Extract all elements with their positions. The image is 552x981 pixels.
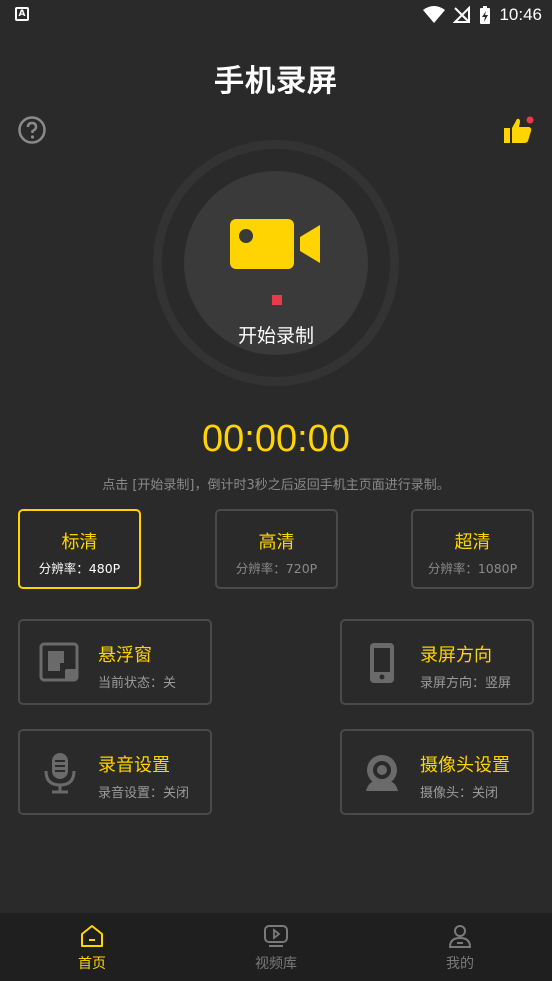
phone-icon — [370, 643, 394, 683]
nav-video-library[interactable]: 视频库 — [226, 923, 326, 973]
feature-status: 录音设置：关闭 — [98, 786, 190, 801]
record-dial-ring: 开始录制 — [162, 149, 390, 377]
record-dial: 开始录制 — [153, 140, 399, 386]
quality-name: 超清 — [454, 532, 491, 553]
camera-setting[interactable]: 摄像头设置 摄像头：关闭 — [340, 729, 534, 815]
floating-window-setting[interactable]: 悬浮窗 当前状态：关 — [18, 619, 212, 705]
battery-charging-icon — [480, 6, 491, 24]
feature-title: 摄像头设置 — [420, 755, 510, 776]
help-icon[interactable] — [18, 116, 46, 144]
bottom-navigation: 首页 视频库 我的 — [0, 913, 552, 981]
feature-status: 当前状态：关 — [98, 676, 177, 691]
feature-status: 录屏方向：竖屏 — [420, 676, 512, 691]
webcam-icon — [366, 755, 398, 791]
nav-profile[interactable]: 我的 — [410, 923, 510, 973]
nav-label: 视频库 — [255, 956, 297, 972]
thumbs-up-icon[interactable] — [502, 114, 534, 146]
quality-option-fhd[interactable]: 超清 分辨率：1080P — [411, 509, 534, 589]
wifi-icon — [423, 6, 446, 23]
video-library-icon — [264, 925, 288, 947]
video-camera-icon — [230, 219, 320, 269]
feature-status: 摄像头：关闭 — [420, 786, 499, 801]
nav-home[interactable]: 首页 — [42, 923, 142, 973]
feature-title: 录屏方向 — [420, 645, 492, 666]
floating-window-icon — [39, 642, 79, 682]
quality-option-hd[interactable]: 高清 分辨率：720P — [215, 509, 338, 589]
recording-indicator — [272, 295, 282, 305]
nav-label: 首页 — [78, 956, 106, 972]
recording-timer: 00:00:00 — [202, 418, 350, 460]
nav-label: 我的 — [446, 956, 474, 972]
quality-resolution: 分辨率：720P — [235, 561, 318, 576]
quality-resolution: 分辨率：1080P — [427, 561, 518, 576]
start-record-label: 开始录制 — [237, 325, 314, 347]
page-title: 手机录屏 — [214, 64, 338, 99]
quality-name: 标清 — [61, 532, 98, 553]
record-hint: 点击 [开始录制]，倒计时3秒之后返回手机主页面进行录制。 — [102, 478, 450, 493]
status-icons: 10:46 — [423, 4, 542, 26]
quality-option-sd[interactable]: 标清 分辨率：480P — [18, 509, 141, 589]
feature-title: 录音设置 — [98, 755, 170, 776]
audio-setting[interactable]: 录音设置 录音设置：关闭 — [18, 729, 212, 815]
status-bar: A 10:46 — [0, 0, 552, 32]
microphone-icon — [44, 753, 76, 794]
feature-title: 悬浮窗 — [98, 645, 152, 666]
app-notification-icon: A — [15, 7, 29, 21]
orientation-setting[interactable]: 录屏方向 录屏方向：竖屏 — [340, 619, 534, 705]
no-signal-icon — [453, 6, 471, 23]
quality-name: 高清 — [258, 532, 295, 553]
profile-icon — [448, 925, 472, 948]
home-icon — [81, 925, 103, 947]
start-record-button[interactable]: 开始录制 — [184, 171, 368, 355]
status-time: 10:46 — [499, 5, 542, 24]
quality-resolution: 分辨率：480P — [38, 561, 121, 576]
